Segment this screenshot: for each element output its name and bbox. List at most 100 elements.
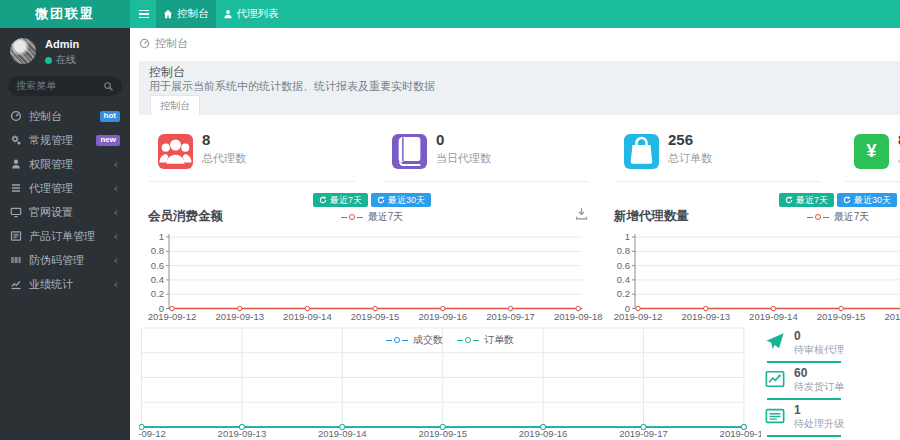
breadcrumb-label: 控制台 <box>155 36 188 51</box>
trend-icon <box>765 369 785 389</box>
new-agents-plot: 00.20.40.60.812019-09-122019-09-132019-0… <box>605 226 900 324</box>
sidebar-item-业绩统计[interactable]: 业绩统计 ‹ <box>0 272 130 296</box>
svg-text:0.4: 0.4 <box>617 274 630 285</box>
svg-text:2019-09-16: 2019-09-16 <box>418 311 467 322</box>
search-icon <box>103 81 114 92</box>
svg-text:0.2: 0.2 <box>151 288 164 299</box>
menu-badge: hot <box>100 111 120 122</box>
sidebar-item-控制台[interactable]: 控制台 hot <box>0 104 130 128</box>
nav-tab-控制台[interactable]: 控制台 <box>156 0 216 28</box>
svg-text:0.8: 0.8 <box>151 245 164 256</box>
chevron-left-icon: ‹ <box>114 230 118 243</box>
hamburger-icon[interactable] <box>130 0 152 28</box>
recent-7-days-button[interactable]: 最近7天 <box>313 193 368 207</box>
svg-text:2019-09-17: 2019-09-17 <box>486 311 535 322</box>
user-icon <box>223 9 233 19</box>
svg-text:2019-09-18: 2019-09-18 <box>554 311 603 322</box>
svg-text:2019-09-13: 2019-09-13 <box>681 311 730 322</box>
sidebar-item-label: 常规管理 <box>29 133 96 148</box>
svg-text:0.8: 0.8 <box>617 245 630 256</box>
shopping-bag-icon <box>624 134 659 169</box>
svg-text:2019-09-12: 2019-09-12 <box>148 311 197 322</box>
top-navbar: 控制台 代理列表 <box>130 0 900 28</box>
list-icon <box>765 406 785 426</box>
download-icon[interactable] <box>575 207 588 220</box>
chevron-left-icon: ‹ <box>114 278 118 291</box>
svg-text:2019-09-18: 2019-09-18 <box>720 428 761 439</box>
online-dot-icon <box>45 57 52 64</box>
legend-item[interactable]: 成交数 <box>386 333 443 347</box>
book-icon <box>392 134 427 169</box>
recent-30-days-button[interactable]: 最近30天 <box>371 193 431 207</box>
gears-icon <box>10 134 22 146</box>
nav-tab-label: 控制台 <box>177 7 209 21</box>
svg-text:0.2: 0.2 <box>617 288 630 299</box>
nav-tab-代理列表[interactable]: 代理列表 <box>216 0 286 28</box>
sidebar-item-权限管理[interactable]: 权限管理 ‹ <box>0 152 130 176</box>
legend-item[interactable]: 订单数 <box>457 333 514 347</box>
rocket-icon <box>765 332 785 352</box>
chevron-left-icon: ‹ <box>114 158 118 171</box>
refresh-icon <box>843 196 851 204</box>
shopping-bag-icon <box>624 134 659 169</box>
book-icon <box>392 134 427 169</box>
user-name: Admin <box>45 36 79 50</box>
sidebar: 微团联盟 Admin 在线 搜索菜单 控制台 hot 常规管理 new 权限管理… <box>0 0 130 440</box>
stat-card: ¥ 8 总销售额 <box>837 120 900 182</box>
search-placeholder: 搜索菜单 <box>16 79 103 93</box>
agents-icon <box>10 182 22 194</box>
stat-card-value: 8 <box>202 131 210 148</box>
permission-icon <box>10 158 22 170</box>
svg-text:2019-09-14: 2019-09-14 <box>749 311 798 322</box>
rocket-icon <box>765 332 785 352</box>
sidebar-item-常规管理[interactable]: 常规管理 new <box>0 128 130 152</box>
chevron-left-icon: ‹ <box>114 254 118 267</box>
sidebar-item-产品订单管理[interactable]: 产品订单管理 ‹ <box>0 224 130 248</box>
breadcrumb[interactable]: 控制台 <box>139 36 188 51</box>
quick-stats: 0 待审核代理 60 待发货订单 1 待处理升级 <box>765 326 900 440</box>
svg-text:0.4: 0.4 <box>151 274 164 285</box>
sidebar-item-防伪码管理[interactable]: 防伪码管理 ‹ <box>0 248 130 272</box>
svg-text:2019-09-12: 2019-09-12 <box>614 311 663 322</box>
refresh-icon <box>785 196 793 204</box>
recent-7-days-button[interactable]: 最近7天 <box>779 193 834 207</box>
stat-card-label: 总订单数 <box>668 151 712 166</box>
page-description: 用于展示当前系统中的统计数据、统计报表及重要实时数据 <box>149 79 435 94</box>
app-logo: 微团联盟 <box>0 0 130 28</box>
member-consumption-plot: 00.20.40.60.812019-09-122019-09-132019-0… <box>139 226 605 324</box>
chart-new-agents: 最近7天 最近30天 最近7天 新增代理数量 00.20.40.60.81201… <box>605 186 900 326</box>
team-icon <box>158 134 193 169</box>
quick-stat: 60 待发货订单 <box>765 363 900 400</box>
chart-orders-trend: 成交数 订单数 2019-09-122019-09-132019-09-1420… <box>139 326 761 440</box>
svg-text:1: 1 <box>159 231 164 242</box>
stat-card: 0 当日代理数 <box>375 120 609 182</box>
avatar[interactable] <box>10 38 36 64</box>
sidebar-item-代理管理[interactable]: 代理管理 ‹ <box>0 176 130 200</box>
quick-stat-value: 0 <box>794 330 844 342</box>
content-tab[interactable]: 控制台 <box>150 95 200 115</box>
barcode-icon <box>10 254 22 266</box>
legend-item[interactable]: 最近7天 <box>341 210 404 224</box>
svg-text:0.6: 0.6 <box>151 260 164 271</box>
stat-card: 256 总订单数 <box>607 120 841 182</box>
yen-icon: ¥ <box>854 134 889 169</box>
svg-text:0.6: 0.6 <box>617 260 630 271</box>
recent-30-days-button[interactable]: 最近30天 <box>837 193 897 207</box>
user-status: 在线 <box>56 53 76 67</box>
download-icon <box>575 207 588 220</box>
search-input[interactable]: 搜索菜单 <box>8 76 122 96</box>
chevron-left-icon: ‹ <box>114 206 118 219</box>
refresh-icon <box>319 196 327 204</box>
sidebar-item-label: 防伪码管理 <box>29 253 114 268</box>
stat-card-value: 0 <box>436 131 444 148</box>
performance-icon <box>10 278 22 290</box>
legend-item[interactable]: 最近7天 <box>807 210 870 224</box>
page-header: 控制台 用于展示当前系统中的统计数据、统计报表及重要实时数据 控制台 <box>139 61 900 115</box>
quick-stat: 0 待审核代理 <box>765 326 900 363</box>
dashboard-icon <box>10 110 22 122</box>
stat-card-label: 总代理数 <box>202 151 246 166</box>
quick-stat-label: 待发货订单 <box>794 380 844 394</box>
stat-card-value: 256 <box>668 131 693 148</box>
sidebar-item-官网设置[interactable]: 官网设置 ‹ <box>0 200 130 224</box>
sidebar-item-label: 业绩统计 <box>29 277 114 292</box>
